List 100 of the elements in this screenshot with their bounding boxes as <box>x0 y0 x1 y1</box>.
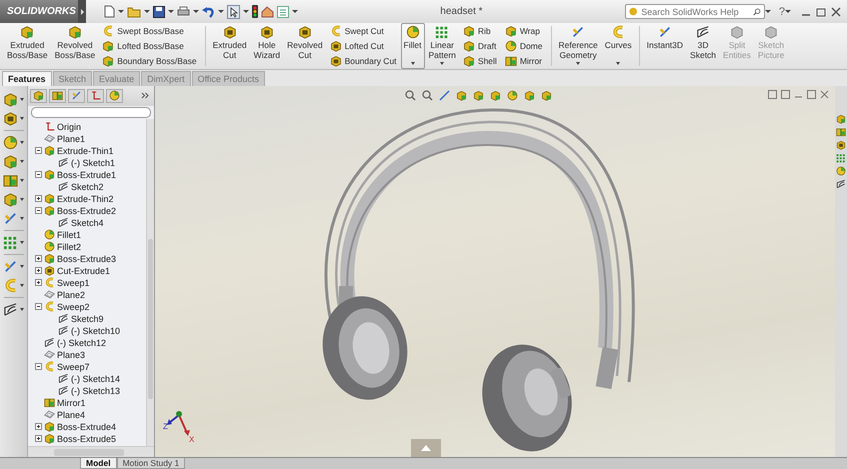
grid-icon[interactable] <box>836 152 846 163</box>
tree-item[interactable]: Sketch2 <box>71 182 104 192</box>
tree-item[interactable]: Sketch9 <box>71 314 104 324</box>
bottom-tab[interactable]: Motion Study 1 <box>116 458 186 469</box>
filter-field[interactable] <box>31 106 151 118</box>
tree-item[interactable]: Boss-Extrude3 <box>57 254 116 264</box>
tree-item[interactable]: Sweep2 <box>57 302 90 312</box>
tree-item[interactable]: Cut-Extrude1 <box>57 266 110 276</box>
caret-icon[interactable] <box>20 198 24 201</box>
caret-icon[interactable] <box>20 98 24 101</box>
tree-item[interactable]: (-) Sketch1 <box>71 158 116 168</box>
tree-item[interactable]: Plane1 <box>57 134 86 144</box>
ribbon-button[interactable]: Lofted Boss/Base <box>102 40 197 52</box>
cube-icon[interactable] <box>3 192 18 207</box>
ribbon-button[interactable]: Hole Wizard <box>250 23 284 69</box>
collapse-toggle-icon[interactable] <box>34 171 42 178</box>
close-icon[interactable] <box>820 90 829 99</box>
tree-item[interactable]: Plane3 <box>57 350 86 360</box>
cube-icon[interactable] <box>836 140 846 150</box>
ribbon-button[interactable]: Reference Geometry <box>556 23 601 69</box>
traffic-light-icon[interactable] <box>252 5 258 18</box>
expand-arrow-icon[interactable] <box>80 8 84 14</box>
print-icon[interactable] <box>177 6 190 18</box>
ribbon-button[interactable]: Swept Cut <box>330 24 397 37</box>
cube-icon[interactable] <box>473 90 484 101</box>
new-document-icon[interactable] <box>104 5 115 18</box>
cube-icon[interactable] <box>541 90 552 101</box>
caret-icon[interactable] <box>20 160 24 163</box>
panel-tab[interactable] <box>30 88 47 103</box>
tree-item[interactable]: Plane2 <box>57 290 86 300</box>
caret-icon[interactable] <box>168 10 174 13</box>
expand-toggle-icon[interactable] <box>34 255 42 262</box>
ribbon-button[interactable]: Extruded Cut <box>210 23 250 69</box>
cube-icon[interactable] <box>490 90 501 101</box>
tree-item[interactable]: Mirror1 <box>57 398 86 408</box>
zoom-icon[interactable] <box>405 90 416 101</box>
expand-toggle-icon[interactable] <box>34 267 42 274</box>
cube-icon[interactable] <box>836 126 846 137</box>
ribbon-button[interactable]: Lofted Cut <box>330 40 397 52</box>
cube-icon[interactable] <box>524 90 535 101</box>
tree-item[interactable]: (-) Sketch14 <box>71 374 120 384</box>
tree-item[interactable]: Boss-Extrude2 <box>57 206 116 216</box>
sketch-icon[interactable] <box>836 178 846 189</box>
caret-icon[interactable] <box>118 10 124 13</box>
caret-icon[interactable] <box>440 62 444 65</box>
pointer-icon[interactable] <box>227 4 240 18</box>
expand-toggle-icon[interactable] <box>34 279 42 286</box>
tree-item[interactable]: Sweep7 <box>57 362 90 372</box>
ribbon-button[interactable]: Swept Boss/Base <box>102 24 197 37</box>
collapse-toggle-icon[interactable] <box>34 207 42 214</box>
caret-icon[interactable] <box>410 62 415 65</box>
tree-item[interactable]: Fillet1 <box>57 230 82 240</box>
ribbon-button[interactable]: Instant3D <box>644 23 686 69</box>
tree-item[interactable]: Boss-Extrude4 <box>57 422 116 432</box>
grid-icon[interactable] <box>3 234 18 250</box>
tree-item[interactable]: Extrude-Thin1 <box>57 146 114 156</box>
tree-item[interactable]: Fillet2 <box>57 242 82 252</box>
ball-icon[interactable] <box>3 134 18 150</box>
expand-toggle-icon[interactable] <box>34 423 42 430</box>
cube-icon[interactable] <box>3 154 18 169</box>
bottom-tab[interactable]: Model <box>80 458 117 469</box>
ribbon-button[interactable]: Draft <box>462 40 497 52</box>
cube-icon[interactable] <box>3 172 18 188</box>
ribbon-button[interactable]: Boundary Boss/Base <box>102 55 197 68</box>
restore-icon[interactable] <box>807 90 816 99</box>
restore-icon[interactable] <box>816 6 826 16</box>
tree-item[interactable]: Sweep1 <box>57 278 90 288</box>
caret-icon[interactable] <box>20 216 24 220</box>
cube-icon[interactable] <box>456 90 467 101</box>
panel-tab[interactable] <box>49 88 66 103</box>
caret-icon[interactable] <box>292 10 298 13</box>
ribbon-button[interactable]: Dome <box>504 40 542 52</box>
cube-icon[interactable] <box>3 110 18 126</box>
sketch-icon[interactable] <box>3 302 18 317</box>
wand-icon[interactable] <box>3 258 18 274</box>
cube-icon[interactable] <box>836 114 846 124</box>
cube-icon[interactable] <box>3 92 18 107</box>
tree-item[interactable]: (-) Sketch13 <box>71 386 120 396</box>
zoom-icon[interactable] <box>422 90 433 101</box>
caret-icon[interactable] <box>144 10 150 13</box>
caret-icon[interactable] <box>20 240 24 244</box>
caret-icon[interactable] <box>243 10 249 13</box>
caret-icon[interactable] <box>20 264 24 268</box>
expand-toggle-icon[interactable] <box>34 435 42 442</box>
ribbon-button[interactable]: Extruded Boss/Base <box>4 23 51 69</box>
ball-icon[interactable] <box>507 90 518 101</box>
ribbon-button[interactable]: Revolved Cut <box>284 23 326 69</box>
caret-icon[interactable] <box>20 308 24 311</box>
wand-icon[interactable] <box>3 210 18 226</box>
tree-item[interactable]: (-) Sketch12 <box>57 338 106 348</box>
search-field[interactable]: Search SolidWorks Help <box>624 4 765 19</box>
caret-icon[interactable] <box>616 62 620 65</box>
help-button[interactable]: ? <box>778 6 785 18</box>
panel-tab[interactable] <box>87 88 104 103</box>
ribbon-button[interactable]: Boundary Cut <box>330 55 397 68</box>
ribbon-button[interactable]: Revolved Boss/Base <box>52 23 98 69</box>
panel-tab[interactable] <box>106 88 123 103</box>
open-folder-icon[interactable] <box>127 6 141 18</box>
search-icon[interactable] <box>753 6 761 16</box>
tree-item[interactable]: Extrude-Thin2 <box>57 194 114 204</box>
